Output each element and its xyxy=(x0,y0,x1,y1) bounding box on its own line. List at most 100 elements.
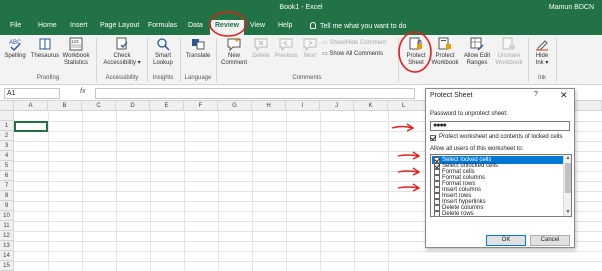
ribbon-separator xyxy=(216,38,217,82)
tab-file[interactable]: File xyxy=(10,22,21,29)
gridline xyxy=(388,111,389,271)
protect-sheet-button[interactable]: Protect Sheet xyxy=(404,37,428,67)
tab-help[interactable]: Help xyxy=(278,22,292,29)
row-header[interactable]: 11 xyxy=(0,221,14,231)
book-icon xyxy=(39,38,51,50)
next-comment-button[interactable]: Next xyxy=(300,37,320,60)
pen-icon xyxy=(536,40,548,51)
group-comments: Comments xyxy=(292,75,322,81)
tab-insert[interactable]: Insert xyxy=(70,22,88,29)
tell-me-search[interactable]: Tell me what you want to do xyxy=(310,22,406,30)
permissions-list[interactable]: Select locked cells Select unlocked cell… xyxy=(430,154,572,217)
select-all-corner[interactable] xyxy=(0,101,14,111)
row-header[interactable]: 8 xyxy=(0,191,14,201)
gridline xyxy=(184,111,185,271)
column-header[interactable]: I xyxy=(286,101,320,111)
row-header[interactable]: 14 xyxy=(0,251,14,261)
protect-sheet-dialog: Protect Sheet ? ✕ Password to unprotect … xyxy=(425,88,575,248)
allow-edit-ranges-icon xyxy=(470,37,484,51)
group-accessibility: Accessibility xyxy=(105,75,139,81)
row-header[interactable]: 4 xyxy=(0,151,14,161)
protect-workbook-button[interactable]: Protect Workbook xyxy=(430,37,460,67)
scroll-thumb[interactable] xyxy=(565,163,571,193)
password-input[interactable]: ●●●● xyxy=(430,121,570,131)
ribbon-separator xyxy=(398,38,399,82)
tab-review[interactable]: Review xyxy=(210,20,245,35)
row-header[interactable]: 3 xyxy=(0,141,14,151)
delete-comment-button[interactable]: Delete xyxy=(251,37,271,60)
row-header[interactable]: 12 xyxy=(0,231,14,241)
protect-workbook-label-1: Protect xyxy=(435,53,455,59)
smart-lookup-button[interactable]: Smart Lookup xyxy=(150,37,176,67)
scroll-down-icon[interactable]: ▼ xyxy=(565,209,571,215)
permission-item[interactable]: Delete rows xyxy=(432,210,563,216)
protect-workbook-icon xyxy=(438,37,451,50)
close-button[interactable]: ✕ xyxy=(560,90,568,101)
new-comment-button[interactable]: New Comment xyxy=(219,37,249,67)
fx-icon[interactable]: fx xyxy=(80,88,85,95)
workbook-statistics-button[interactable]: 123 Workbook Statistics xyxy=(62,37,90,67)
spelling-button[interactable]: ABC Spelling xyxy=(4,37,26,60)
active-cell-a1[interactable] xyxy=(14,121,48,132)
row-header[interactable]: 7 xyxy=(0,181,14,191)
show-all-comments-button[interactable]: ▭ Show All Comments xyxy=(322,50,383,57)
column-header[interactable]: B xyxy=(48,101,82,111)
smart-lookup-icon xyxy=(157,38,170,51)
column-header[interactable]: G xyxy=(218,101,252,111)
new-comment-label-1: New xyxy=(227,53,240,59)
column-header[interactable]: J xyxy=(320,101,354,111)
previous-comment-button[interactable]: Previous xyxy=(273,37,299,60)
tab-data[interactable]: Data xyxy=(188,22,203,29)
allow-edit-ranges-button[interactable]: Allow Edit Ranges xyxy=(461,37,493,67)
cancel-button[interactable]: Cancel xyxy=(530,235,570,246)
row-header[interactable]: 13 xyxy=(0,241,14,251)
formula-input[interactable] xyxy=(95,88,415,99)
tab-page-layout[interactable]: Page Layout xyxy=(100,22,139,29)
ribbon-separator xyxy=(556,38,557,82)
group-language: Language xyxy=(184,75,212,81)
svg-text:ABC: ABC xyxy=(9,40,22,46)
column-header[interactable]: A xyxy=(14,101,48,111)
column-header[interactable]: F xyxy=(184,101,218,111)
row-header[interactable]: 6 xyxy=(0,171,14,181)
scroll-up-icon[interactable]: ▲ xyxy=(565,155,571,161)
ok-button[interactable]: OK xyxy=(486,235,526,246)
translate-button[interactable]: Translate xyxy=(183,37,213,60)
thesaurus-button[interactable]: Thesaurus xyxy=(30,37,60,60)
row-header[interactable]: 1 xyxy=(0,121,14,131)
protect-workbook-label-2: Workbook xyxy=(431,60,459,66)
column-header[interactable]: D xyxy=(116,101,150,111)
name-box[interactable]: A1 xyxy=(4,88,60,99)
user-name[interactable]: Mamun BDCN xyxy=(549,4,594,11)
column-header[interactable]: E xyxy=(150,101,184,111)
row-header[interactable]: 15 xyxy=(0,261,14,271)
row-header[interactable]: 2 xyxy=(0,131,14,141)
unshare-workbook-button[interactable]: Unshare Workbook xyxy=(494,37,524,67)
row-header[interactable]: 10 xyxy=(0,211,14,221)
row-header[interactable] xyxy=(0,111,14,121)
hide-ink-button[interactable]: Hide Ink ▾ xyxy=(532,37,552,67)
list-scrollbar[interactable]: ▲ ▼ xyxy=(563,155,571,216)
show-hide-comment-button[interactable]: ▭ Show/Hide Comment xyxy=(322,39,386,46)
row-header[interactable]: 9 xyxy=(0,201,14,211)
permission-checkbox[interactable] xyxy=(434,211,440,216)
hide-ink-label-2: Ink ▾ xyxy=(535,60,549,66)
password-label: Password to unprotect sheet: xyxy=(430,111,508,117)
statistics-icon: 123 xyxy=(69,37,83,51)
delete-comment-icon xyxy=(254,38,268,51)
tab-home[interactable]: Home xyxy=(38,22,57,29)
row-header[interactable]: 5 xyxy=(0,161,14,171)
window-title: Book1 - Excel xyxy=(279,4,323,11)
check-accessibility-button[interactable]: Check Accessibility ▾ xyxy=(100,37,144,67)
column-header[interactable]: H xyxy=(252,101,286,111)
tab-view[interactable]: View xyxy=(250,22,265,29)
previous-comment-icon xyxy=(279,38,293,51)
help-button[interactable]: ? xyxy=(534,91,538,98)
tab-formulas[interactable]: Formulas xyxy=(148,22,177,29)
ribbon-separator xyxy=(180,38,181,82)
gridline xyxy=(48,111,49,271)
column-header[interactable]: C xyxy=(82,101,116,111)
protect-contents-checkbox[interactable] xyxy=(430,135,436,141)
translate-label: Translate xyxy=(185,53,211,59)
column-header[interactable]: K xyxy=(354,101,388,111)
